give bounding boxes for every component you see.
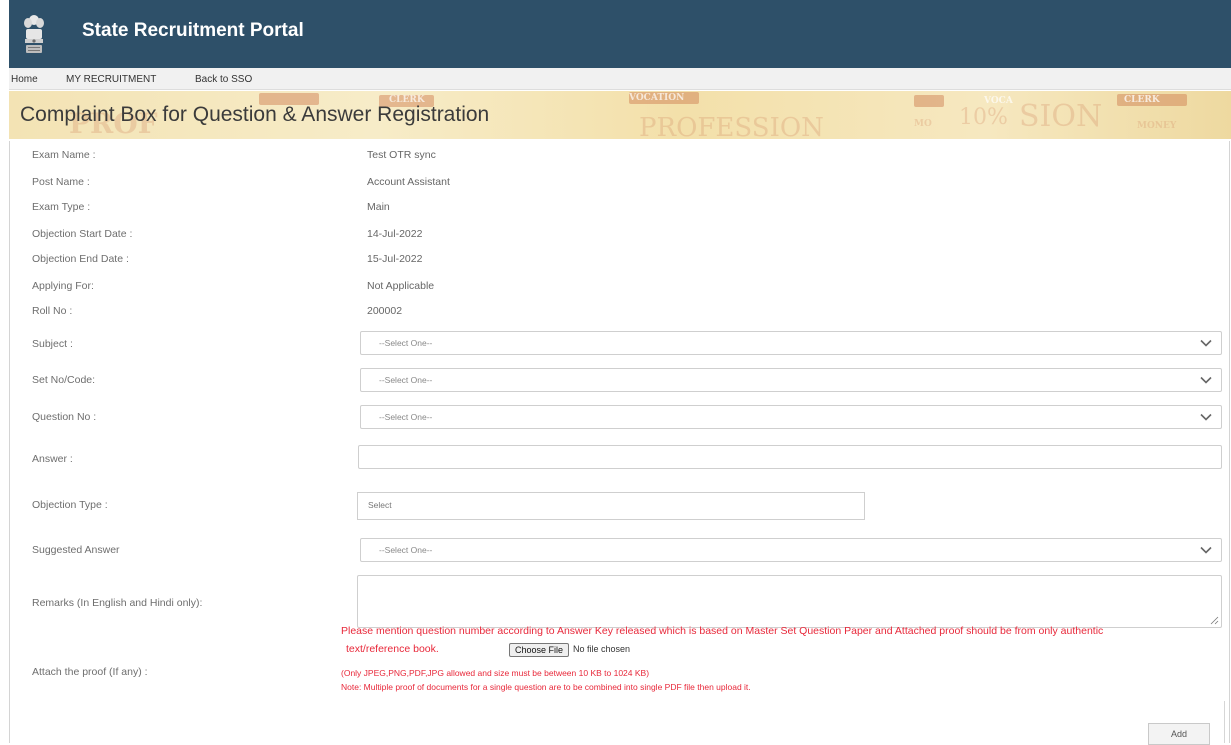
exam-type-label: Exam Type : [32,201,91,213]
objection-type-label: Objection Type : [32,499,108,511]
banner-bg-word: MONEY [1137,121,1177,131]
banner-bg-word: SION [1019,99,1103,134]
objection-type-selected-value: Select [368,500,392,510]
roll-no-label: Roll No : [32,305,73,317]
top-nav: Home MY RECRUITMENT Back to SSO [9,68,1231,90]
resize-grip-icon[interactable] [1210,616,1219,625]
multiple-proof-note: Note: Multiple proof of documents for a … [341,682,751,692]
question-no-selected-value: --Select One-- [379,412,433,422]
banner-decoration [914,95,944,107]
remarks-label: Remarks (In English and Hindi only): [32,597,203,609]
file-status-text: No file chosen [573,644,631,654]
banner-bg-word: VOCATION [629,93,685,103]
chevron-down-icon [1200,376,1212,384]
suggested-answer-select[interactable]: --Select One-- [360,538,1222,562]
objection-start-date-label: Objection Start Date : [32,228,133,240]
suggested-answer-label: Suggested Answer [32,544,120,556]
exam-name-value: Test OTR sync [367,149,436,161]
exam-type-value: Main [367,201,390,213]
complaint-form: Exam Name : Test OTR sync Post Name : Ac… [9,141,1230,745]
exam-name-label: Exam Name : [32,149,96,161]
question-no-label: Question No : [32,411,97,423]
answer-label: Answer : [32,453,73,465]
applying-for-value: Not Applicable [367,280,435,292]
chevron-down-icon [1200,413,1212,421]
allowed-file-note: (Only JPEG,PNG,PDF,JPG allowed and size … [341,668,650,678]
attach-proof-label: Attach the proof (If any) : [32,666,148,678]
remarks-textarea[interactable] [357,575,1222,628]
suggested-answer-selected-value: --Select One-- [379,545,433,555]
post-name-label: Post Name : [32,176,90,188]
subject-label: Subject : [32,338,73,350]
attach-instruction-cont: text/reference book. [346,643,439,655]
subject-selected-value: --Select One-- [379,338,433,348]
set-no-select[interactable]: --Select One-- [360,368,1222,392]
post-name-value: Account Assistant [367,176,450,188]
nav-back-to-sso-link[interactable]: Back to SSO [195,74,252,85]
app-title: State Recruitment Portal [82,20,304,41]
objection-type-select[interactable]: Select [357,492,865,520]
applying-for-label: Applying For: [32,280,94,292]
page-banner: PROF PROFESSION SION VOCATION CLERK MONE… [9,91,1231,139]
banner-bg-word: MO [914,119,932,129]
banner-bg-word: 10% [959,105,1008,130]
divider [1224,701,1225,743]
roll-no-value: 200002 [367,305,403,317]
add-button[interactable]: Add [1148,723,1210,745]
objection-end-date-value: 15-Jul-2022 [367,253,423,265]
question-no-select[interactable]: --Select One-- [360,405,1222,429]
chevron-down-icon [1200,339,1212,347]
objection-end-date-label: Objection End Date : [32,253,129,265]
state-emblem-icon [24,15,44,53]
nav-home-link[interactable]: Home [11,74,38,85]
choose-file-button[interactable]: Choose File [509,643,570,657]
app-header: State Recruitment Portal [9,0,1231,68]
answer-input[interactable] [358,445,1222,469]
attach-instruction: Please mention question number according… [341,625,1104,637]
banner-bg-word: CLERK [1124,95,1160,105]
subject-select[interactable]: --Select One-- [360,331,1222,355]
objection-start-date-value: 14-Jul-2022 [367,228,423,240]
set-no-selected-value: --Select One-- [379,375,433,385]
nav-my-recruitment-link[interactable]: MY RECRUITMENT [66,74,156,85]
chevron-down-icon [1200,546,1212,554]
banner-bg-word: PROFESSION [639,113,824,139]
page-title: Complaint Box for Question & Answer Regi… [20,103,490,126]
set-no-label: Set No/Code: [32,374,96,386]
